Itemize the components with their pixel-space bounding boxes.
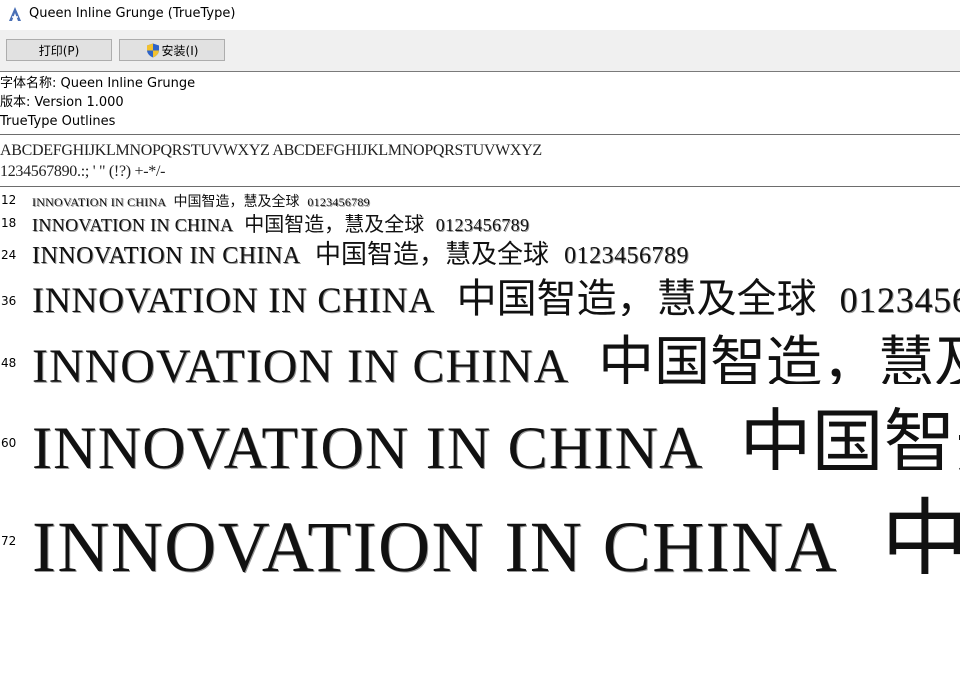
sample-text: INNOVATION IN CHINA 中国智造，慧及全球 0123456789 <box>32 208 529 234</box>
divider <box>0 186 960 187</box>
window-title: Queen Inline Grunge (TrueType) <box>29 6 236 21</box>
title-bar: Queen Inline Grunge (TrueType) <box>0 0 960 30</box>
sample-row-60: 60 INNOVATION IN CHINA 中国智造，慧及全球 0123456… <box>0 380 960 470</box>
toolbar: 打印(P) 安装(I) <box>0 30 960 72</box>
sample-cjk: 中国智造，慧及全球 <box>456 276 817 316</box>
size-label: 48 <box>1 356 17 370</box>
charset-digits-symbols: 1234567890.:; ' " (!?) +-*/- <box>0 163 166 180</box>
divider <box>0 134 960 135</box>
character-set: ABCDEFGHIJKLMNOPQRSTUVWXYZ ABCDEFGHIJKLM… <box>0 140 960 182</box>
sample-row-72: 72 INNOVATION IN CHINA 中国智造，慧及全球 0123456… <box>0 464 960 574</box>
font-info: 字体名称: Queen Inline Grunge 版本: Version 1.… <box>0 74 960 131</box>
font-viewer-icon <box>9 7 21 21</box>
sample-latin: INNOVATION IN CHINA <box>32 415 704 470</box>
size-label: 12 <box>1 193 17 207</box>
font-outline-type: TrueType Outlines <box>0 114 116 129</box>
font-version: 版本: Version 1.000 <box>0 95 124 110</box>
sample-text: INNOVATION IN CHINA 中国智造，慧及全球 0123456789 <box>32 266 960 316</box>
sample-row-36: 36 INNOVATION IN CHINA 中国智造，慧及全球 0123456… <box>0 264 960 316</box>
print-button[interactable]: 打印(P) <box>6 39 112 61</box>
install-button-label: 安装(I) <box>161 43 199 58</box>
sample-row-24: 24 INNOVATION IN CHINA 中国智造，慧及全球 0123456… <box>0 232 960 268</box>
sample-row-48: 48 INNOVATION IN CHINA 中国智造，慧及全球 0123456… <box>0 314 960 384</box>
sample-row-18: 18 INNOVATION IN CHINA 中国智造，慧及全球 0123456… <box>0 206 960 234</box>
font-name: 字体名称: Queen Inline Grunge <box>0 76 196 91</box>
sample-cjk: 中国智造，慧及全球 <box>739 401 960 470</box>
sample-cjk: 中国智造，慧及全球 <box>881 489 960 574</box>
sample-cjk: 中国智造，慧及全球 <box>244 212 425 234</box>
sample-latin: INNOVATION IN CHINA <box>32 340 570 384</box>
sample-latin: INNOVATION IN CHINA <box>32 507 838 574</box>
size-label: 24 <box>1 248 17 262</box>
sample-text: INNOVATION IN CHINA 中国智造，慧及全球 0123456789 <box>32 384 960 470</box>
sample-text: INNOVATION IN CHINA 中国智造，慧及全球 0123456789 <box>32 234 689 268</box>
size-label: 36 <box>1 294 17 308</box>
uac-shield-icon <box>146 43 159 57</box>
charset-letters: ABCDEFGHIJKLMNOPQRSTUVWXYZ ABCDEFGHIJKLM… <box>0 142 542 159</box>
size-label: 60 <box>1 436 17 450</box>
sample-text: INNOVATION IN CHINA 中国智造，慧及全球 0123456789 <box>32 318 960 384</box>
sample-latin: INNOVATION IN CHINA <box>32 280 435 316</box>
print-button-label: 打印(P) <box>38 43 80 58</box>
install-button[interactable]: 安装(I) <box>119 39 225 61</box>
size-label: 18 <box>1 216 17 230</box>
sample-cjk: 中国智造，慧及全球 <box>598 331 960 384</box>
size-label: 72 <box>1 534 17 548</box>
sample-digits: 0123456789 <box>839 280 960 316</box>
sample-text: INNOVATION IN CHINA 中国智造，慧及全球 0123456789 <box>32 470 960 574</box>
